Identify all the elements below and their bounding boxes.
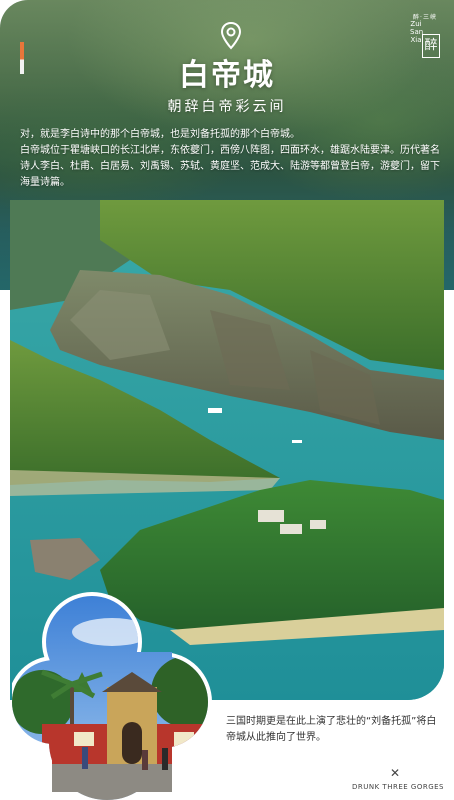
gate-photo-inset [12, 592, 212, 800]
brand-logo: 醉·三峡 Zui San Xia 醉 [410, 12, 440, 64]
page-subtitle: 朝辞白帝彩云间 [167, 99, 287, 115]
page-title: 白帝城 [179, 58, 275, 93]
footer-description: 三国时期更是在此上演了悲壮的“刘备托孤”将白帝城从此推向了世界。 [226, 716, 437, 743]
logo-side-text: Zui San Xia [410, 20, 424, 44]
logo-stamp: 醉 [422, 34, 440, 58]
close-icon[interactable]: ✕ [390, 766, 400, 780]
footer-brand: DRUNK THREE GORGES [352, 783, 444, 791]
intro-paragraph-1: 对，就是李白诗中的那个白帝城，也是刘备托孤的那个白帝城。 [20, 129, 300, 140]
intro-paragraph-2: 白帝城位于瞿塘峡口的长江北岸，东依夔门，西傍八阵图，四面环水，雄踞水陆要津。历代… [20, 145, 440, 188]
intro-text: 对，就是李白诗中的那个白帝城，也是刘备托孤的那个白帝城。 白帝城位于瞿塘峡口的长… [20, 127, 440, 191]
location-pin-icon [220, 22, 242, 50]
